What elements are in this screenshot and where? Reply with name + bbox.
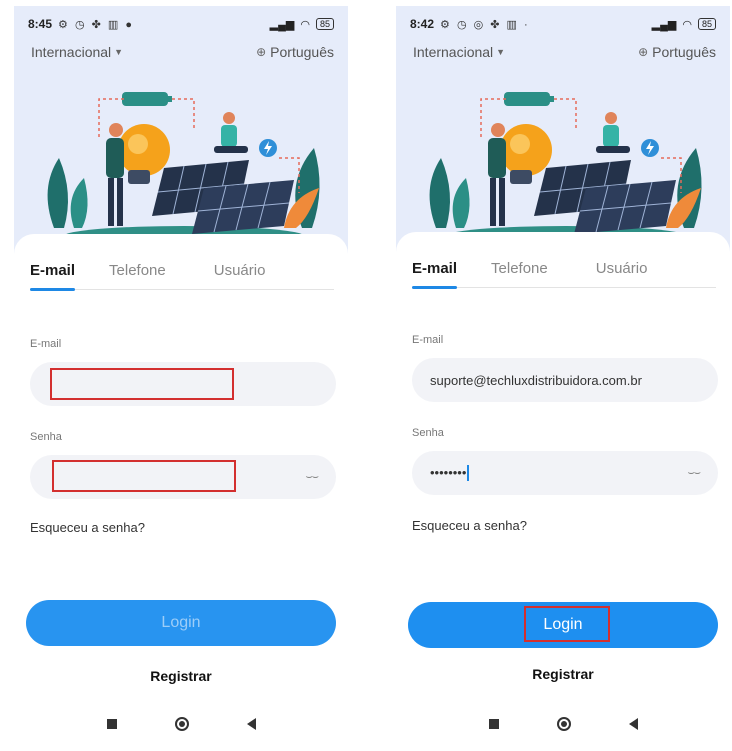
email-label: E-mail <box>412 334 444 346</box>
region-selector[interactable]: Internacional ▼ <box>31 44 123 60</box>
register-link[interactable]: Registrar <box>14 668 348 684</box>
back-icon[interactable] <box>628 718 638 730</box>
hero-banner: 8:45 ⚙ ◷ ✤ ▥ ● ▂▄▆ ◠ 85 Internacional ▼ … <box>14 6 348 266</box>
login-method-tabs: E-mail Telefone Usuário <box>412 260 716 289</box>
globe-icon: ⊕ <box>638 45 649 59</box>
language-selector[interactable]: ⊕ Português <box>638 44 716 60</box>
globe-icon: ⊕ <box>256 45 267 59</box>
system-nav-bar <box>396 704 730 744</box>
notification-icons: ⚙ ◷ ✤ ▥ ● <box>58 18 134 31</box>
language-selector[interactable]: ⊕ Português <box>256 44 334 60</box>
eye-closed-icon[interactable]: ⌣⌣ <box>306 471 320 484</box>
login-sheet: E-mail Telefone Usuário E-mail Senha ⌣⌣ … <box>14 234 348 744</box>
region-selector[interactable]: Internacional ▼ <box>413 44 505 60</box>
hero-banner: 8:42 ⚙ ◷ ◎ ✤ ▥ · ▂▄▆ ◠ 85 Internacional … <box>396 6 730 266</box>
home-icon[interactable] <box>174 717 189 731</box>
recents-icon[interactable] <box>106 719 117 729</box>
solar-energy-illustration <box>47 92 320 246</box>
phone-screen-before: 8:45 ⚙ ◷ ✤ ▥ ● ▂▄▆ ◠ 85 Internacional ▼ … <box>14 6 348 744</box>
signal-icon: ▂▄▆ <box>269 18 295 31</box>
status-bar: 8:45 ⚙ ◷ ✤ ▥ ● ▂▄▆ ◠ 85 <box>28 16 334 32</box>
phone-screen-after: 8:42 ⚙ ◷ ◎ ✤ ▥ · ▂▄▆ ◠ 85 Internacional … <box>396 6 730 744</box>
annotation-highlight-password <box>52 460 236 492</box>
recents-icon[interactable] <box>488 719 499 729</box>
forgot-password-link[interactable]: Esqueceu a senha? <box>30 520 145 535</box>
password-label: Senha <box>412 427 444 439</box>
login-button[interactable]: Login <box>26 600 336 646</box>
status-bar: 8:42 ⚙ ◷ ◎ ✤ ▥ · ▂▄▆ ◠ 85 <box>410 16 716 32</box>
region-label: Internacional <box>31 44 112 60</box>
language-label: Português <box>652 44 716 60</box>
annotation-highlight-login <box>524 606 610 642</box>
home-icon[interactable] <box>556 717 571 731</box>
password-field[interactable]: •••••••• ⌣⌣ <box>412 451 718 495</box>
tab-phone[interactable]: Telefone <box>491 260 548 288</box>
language-label: Português <box>270 44 334 60</box>
region-label: Internacional <box>413 44 494 60</box>
tab-phone[interactable]: Telefone <box>109 262 166 290</box>
tab-username[interactable]: Usuário <box>596 260 648 288</box>
text-cursor <box>467 465 470 482</box>
tab-username[interactable]: Usuário <box>214 262 266 290</box>
tab-email[interactable]: E-mail <box>412 260 458 289</box>
back-icon[interactable] <box>246 718 256 730</box>
status-time: 8:42 <box>410 17 435 31</box>
password-value: •••••••• <box>430 464 467 480</box>
email-field[interactable]: suporte@techluxdistribuidora.com.br <box>412 358 718 402</box>
eye-closed-icon[interactable]: ⌣⌣ <box>688 467 702 480</box>
tab-email[interactable]: E-mail <box>30 262 76 291</box>
register-link[interactable]: Registrar <box>396 666 730 682</box>
solar-energy-illustration <box>429 92 702 246</box>
notification-icons: ⚙ ◷ ◎ ✤ ▥ · <box>440 18 530 31</box>
email-value: suporte@techluxdistribuidora.com.br <box>430 372 642 388</box>
signal-icon: ▂▄▆ <box>651 18 677 31</box>
email-label: E-mail <box>30 338 62 350</box>
status-time: 8:45 <box>28 17 53 31</box>
login-method-tabs: E-mail Telefone Usuário <box>30 262 334 291</box>
login-sheet: E-mail Telefone Usuário E-mail suporte@t… <box>396 232 730 744</box>
wifi-icon: ◠ <box>682 18 692 31</box>
battery-icon: 85 <box>315 18 334 30</box>
annotation-highlight-email <box>50 368 234 400</box>
password-label: Senha <box>30 431 62 443</box>
forgot-password-link[interactable]: Esqueceu a senha? <box>412 518 527 533</box>
caret-down-icon: ▼ <box>114 47 124 57</box>
battery-icon: 85 <box>697 18 716 30</box>
caret-down-icon: ▼ <box>496 47 506 57</box>
wifi-icon: ◠ <box>300 18 310 31</box>
system-nav-bar <box>14 704 348 744</box>
